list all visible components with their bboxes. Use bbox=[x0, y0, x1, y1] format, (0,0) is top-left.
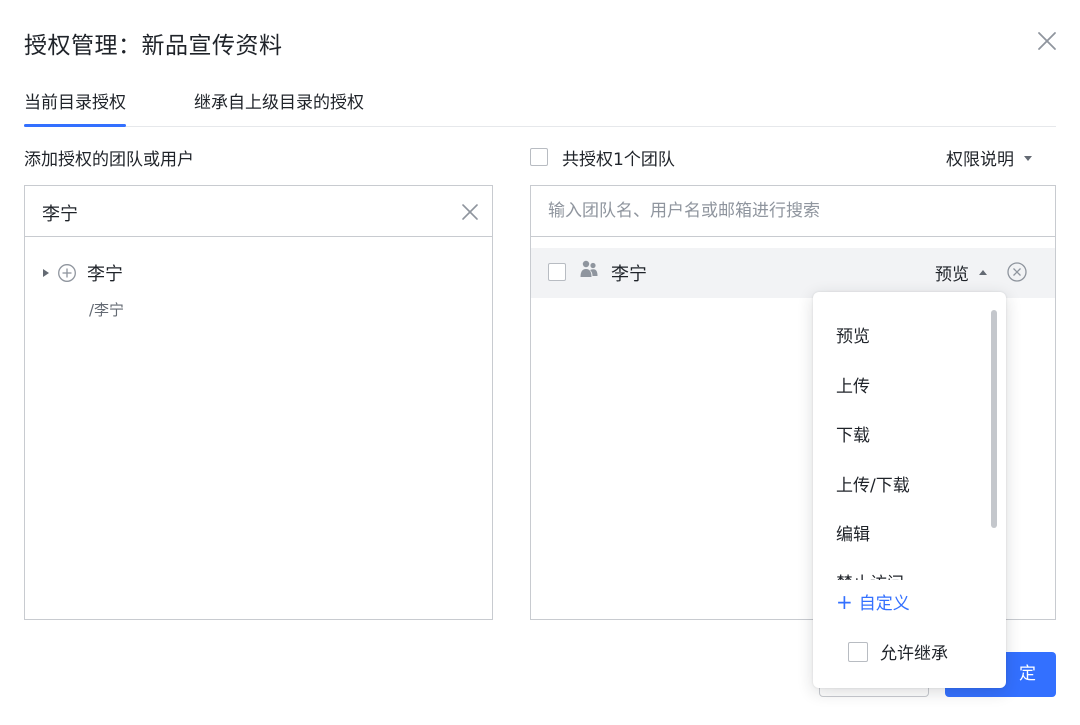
custom-permission-button[interactable]: + 自定义 bbox=[836, 589, 910, 615]
permission-select-value: 预览 bbox=[935, 265, 969, 285]
plus-icon: + bbox=[836, 589, 853, 614]
tab-current-directory[interactable]: 当前目录授权 bbox=[24, 90, 126, 127]
permission-options: 预览 上传 下载 上传/下载 编辑 禁止访问 bbox=[813, 300, 1006, 580]
option-no-access[interactable]: 禁止访问 bbox=[836, 569, 904, 580]
result-path: /李宁 bbox=[89, 301, 125, 319]
user-search-box[interactable]: 李宁 bbox=[25, 186, 492, 237]
dialog-title: 授权管理：新品宣传资料 bbox=[24, 33, 283, 59]
permission-select[interactable]: 预览 bbox=[935, 260, 989, 285]
permission-description-toggle[interactable]: 权限说明 bbox=[946, 145, 1034, 170]
allow-inherit-checkbox[interactable] bbox=[848, 641, 868, 662]
caret-down-icon bbox=[1024, 155, 1032, 161]
remove-circle-icon[interactable] bbox=[1006, 261, 1028, 283]
allow-inherit-option[interactable]: 允许继承 bbox=[836, 639, 948, 664]
confirm-button-label: 定 bbox=[1019, 664, 1036, 684]
close-icon[interactable] bbox=[1034, 28, 1060, 54]
tab-bar: 当前目录授权 继承自上级目录的授权 bbox=[24, 90, 1056, 127]
option-upload[interactable]: 上传 bbox=[836, 372, 870, 397]
member-row: 李宁 预览 bbox=[531, 248, 1055, 298]
select-all-checkbox[interactable] bbox=[530, 148, 548, 166]
option-edit[interactable]: 编辑 bbox=[836, 520, 870, 545]
option-preview[interactable]: 预览 bbox=[836, 322, 870, 347]
search-result-item[interactable]: 李宁 bbox=[39, 260, 123, 286]
member-name: 李宁 bbox=[611, 264, 647, 285]
member-checkbox[interactable] bbox=[548, 263, 566, 281]
option-upload-download[interactable]: 上传/下载 bbox=[836, 471, 910, 496]
share-count-label: 共授权1个团队 bbox=[562, 149, 675, 170]
permission-dropdown: 预览 上传 下载 上传/下载 编辑 禁止访问 + 自定义 允许继承 bbox=[813, 292, 1006, 688]
share-summary: 共授权1个团队 bbox=[530, 145, 675, 170]
option-download[interactable]: 下载 bbox=[836, 421, 870, 446]
left-panel: 李宁 李宁 /李宁 bbox=[24, 185, 493, 620]
team-icon bbox=[580, 260, 598, 277]
caret-up-icon bbox=[979, 269, 987, 275]
tab-inherited[interactable]: 继承自上级目录的授权 bbox=[194, 90, 364, 126]
user-search-value[interactable]: 李宁 bbox=[42, 200, 78, 226]
permission-description-label: 权限说明 bbox=[946, 150, 1014, 170]
allow-inherit-label: 允许继承 bbox=[880, 644, 948, 664]
dropdown-scrollbar[interactable] bbox=[991, 310, 997, 528]
caret-right-icon[interactable] bbox=[39, 266, 53, 280]
add-circle-icon[interactable] bbox=[57, 263, 77, 283]
clear-icon[interactable] bbox=[459, 201, 481, 223]
member-search-input[interactable] bbox=[531, 186, 1055, 236]
member-search-box[interactable] bbox=[531, 186, 1055, 237]
custom-permission-label: 自定义 bbox=[858, 594, 910, 614]
add-team-user-label: 添加授权的团队或用户 bbox=[24, 150, 194, 170]
result-name: 李宁 bbox=[87, 264, 123, 285]
